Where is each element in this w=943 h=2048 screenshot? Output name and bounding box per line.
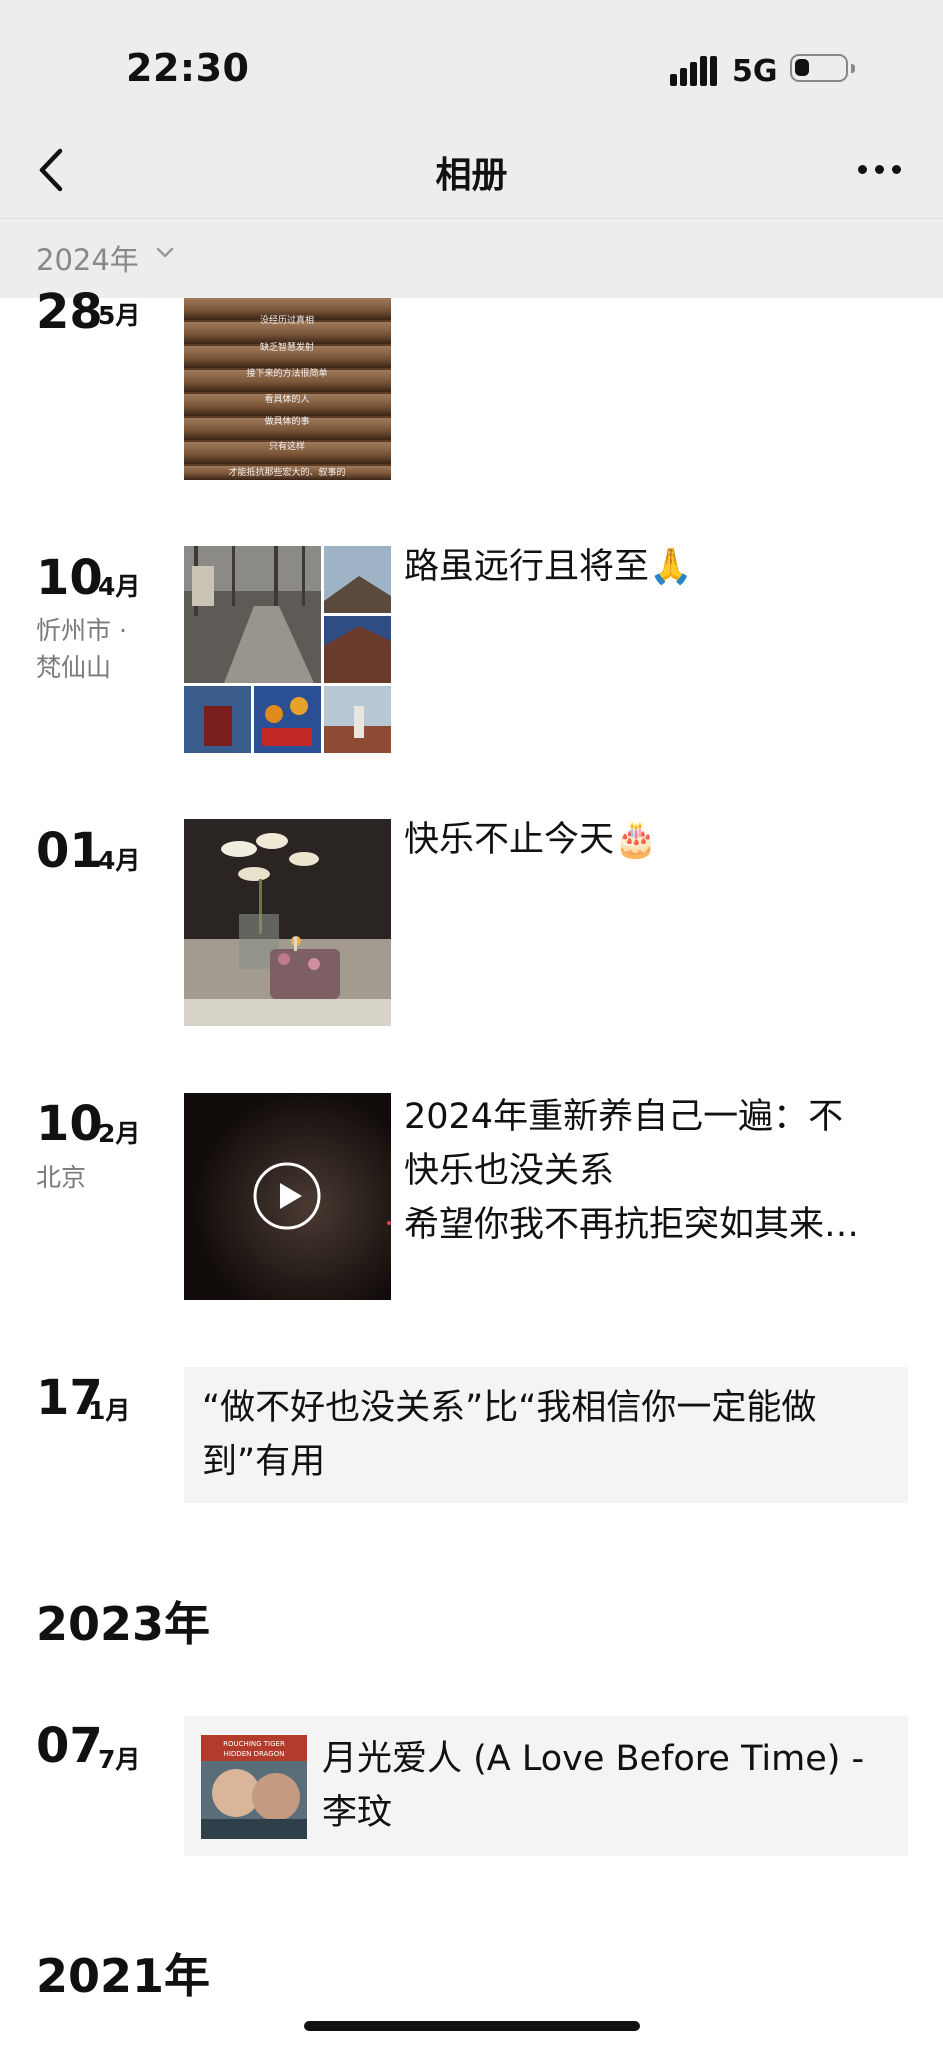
image-text-line: 只有这样 [269, 440, 305, 452]
home-indicator[interactable] [304, 2021, 640, 2031]
image-text-line: 做具体的事 [264, 415, 309, 427]
post-day: 07 [36, 1718, 103, 1774]
post-month: 7月 [98, 1745, 141, 1774]
location-line: 忻州市 · [36, 616, 127, 645]
cover-title-line: HIDDEN DRAGON [224, 1750, 285, 1758]
photo-collage [184, 546, 391, 753]
post-day: 10 [36, 1096, 103, 1152]
song-title: 月光爱人 (A Love Before Time) - 李玟 [322, 1732, 864, 1840]
year-selector[interactable]: 2024年 [36, 237, 139, 279]
album-art: ROUCHING TIGER HIDDEN DRAGON [201, 1735, 307, 1839]
post-month: 2月 [98, 1119, 141, 1148]
signal-icon [670, 56, 717, 86]
post-day: 01 [36, 823, 103, 879]
post-text-line: 快乐也没关系 [404, 1151, 615, 1191]
top-bar: 22:30 5G 相册 [0, 0, 943, 218]
post-location: 北京 [36, 1163, 87, 1192]
post-image[interactable] [184, 819, 391, 1026]
post-month: 4月 [98, 846, 141, 875]
post-text-line: “做不好也没关系”比“我相信你一定能做 [202, 1388, 817, 1428]
album-cover: ROUCHING TIGER HIDDEN DRAGON [201, 1735, 307, 1839]
text-post[interactable]: “做不好也没关系”比“我相信你一定能做 到”有用 [184, 1367, 908, 1503]
song-title-line: 李玟 [322, 1793, 393, 1833]
post-text-block: 2024年重新养自己一遍：不 快乐也没关系 希望你我不再抗拒突如其来… [404, 1090, 859, 1252]
location-line: 梵仙山 [36, 653, 112, 682]
post-month: 1月 [88, 1396, 131, 1425]
status-time: 22:30 [126, 46, 250, 90]
image-text-line: 看具体的人 [264, 393, 309, 405]
photo-grid[interactable] [184, 546, 391, 753]
network-type: 5G [732, 54, 778, 89]
play-icon[interactable] [252, 1161, 322, 1231]
year-filter-bar: 2024年 [0, 218, 943, 298]
image-text-line: 缺乏智慧发射 [260, 341, 314, 353]
post-text-line: 希望你我不再抗拒突如其来… [404, 1205, 860, 1245]
birthday-cake-photo [184, 819, 391, 1026]
post-day: 28 [36, 284, 103, 340]
post-month: 4月 [98, 572, 141, 601]
year-header: 2021年 [36, 1949, 211, 2003]
post-image[interactable]: 没经历过真相 缺乏智慧发射 接下来的方法很简单 看具体的人 做具体的事 只有这样… [184, 298, 391, 480]
image-text-line: 没经历过真相 [260, 314, 314, 326]
post-day: 10 [36, 550, 103, 606]
striped-text-image: 没经历过真相 缺乏智慧发射 接下来的方法很简单 看具体的人 做具体的事 只有这样… [184, 298, 391, 480]
image-text-line: 接下来的方法很简单 [246, 367, 327, 379]
music-share-card[interactable]: ROUCHING TIGER HIDDEN DRAGON 月光爱人 (A Lov… [184, 1716, 908, 1856]
battery-icon [790, 54, 855, 82]
song-title-line: 月光爱人 (A Love Before Time) - [322, 1739, 865, 1779]
post-text-block: “做不好也没关系”比“我相信你一定能做 到”有用 [202, 1381, 816, 1489]
post-text-line: 到”有用 [202, 1442, 326, 1482]
post-location: 忻州市 · 梵仙山 [36, 612, 127, 686]
chevron-down-icon[interactable] [155, 246, 175, 260]
post-text: 路虽远行且将至🙏 [404, 547, 693, 587]
page-title: 相册 [435, 155, 508, 196]
image-text-line: 才能抵抗那些宏大的、叙事的 [228, 466, 345, 478]
post-text-line: 2024年重新养自己一遍：不 [404, 1097, 844, 1137]
post-month: 5月 [98, 301, 141, 330]
video-thumbnail[interactable] [184, 1093, 391, 1300]
year-header: 2023年 [36, 1597, 211, 1651]
post-text: 快乐不止今天🎂 [404, 820, 658, 860]
cover-title-line: ROUCHING TIGER [223, 1740, 285, 1748]
more-icon[interactable] [858, 165, 902, 177]
